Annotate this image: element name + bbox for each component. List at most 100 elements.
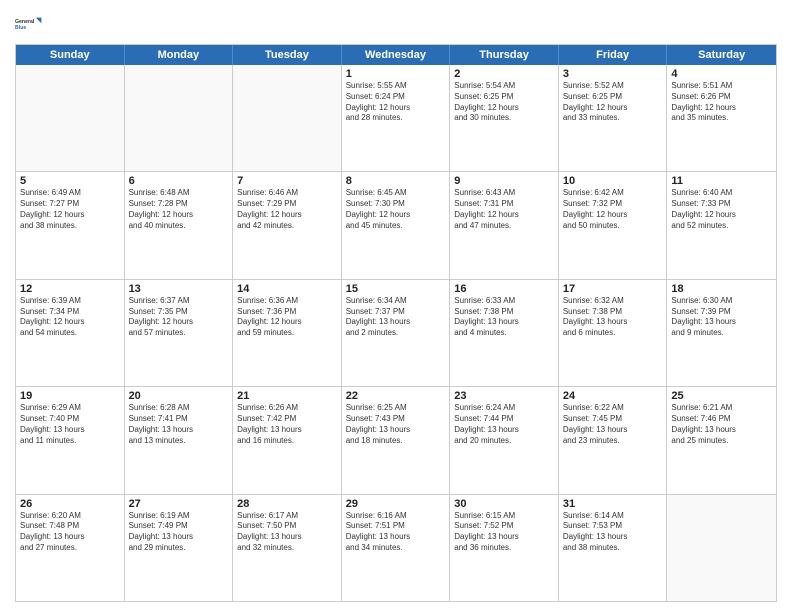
header-day-sunday: Sunday (16, 45, 125, 65)
day-number: 23 (454, 390, 554, 402)
day-cell-6: 6Sunrise: 6:48 AM Sunset: 7:28 PM Daylig… (125, 172, 234, 278)
day-number: 28 (237, 498, 337, 510)
day-number: 20 (129, 390, 229, 402)
cell-info: Sunrise: 6:14 AM Sunset: 7:53 PM Dayligh… (563, 511, 663, 554)
day-cell-8: 8Sunrise: 6:45 AM Sunset: 7:30 PM Daylig… (342, 172, 451, 278)
cell-info: Sunrise: 6:45 AM Sunset: 7:30 PM Dayligh… (346, 188, 446, 231)
day-number: 9 (454, 175, 554, 187)
cell-info: Sunrise: 6:34 AM Sunset: 7:37 PM Dayligh… (346, 296, 446, 339)
week-row-0: 1Sunrise: 5:55 AM Sunset: 6:24 PM Daylig… (16, 65, 776, 171)
cell-info: Sunrise: 6:19 AM Sunset: 7:49 PM Dayligh… (129, 511, 229, 554)
day-number: 17 (563, 283, 663, 295)
day-number: 11 (671, 175, 772, 187)
day-number: 7 (237, 175, 337, 187)
header: GeneralBlue (15, 10, 777, 38)
day-number: 22 (346, 390, 446, 402)
day-number: 18 (671, 283, 772, 295)
cell-info: Sunrise: 6:33 AM Sunset: 7:38 PM Dayligh… (454, 296, 554, 339)
cell-info: Sunrise: 6:49 AM Sunset: 7:27 PM Dayligh… (20, 188, 120, 231)
header-day-wednesday: Wednesday (342, 45, 451, 65)
calendar-body: 1Sunrise: 5:55 AM Sunset: 6:24 PM Daylig… (16, 65, 776, 601)
day-number: 5 (20, 175, 120, 187)
day-cell-28: 28Sunrise: 6:17 AM Sunset: 7:50 PM Dayli… (233, 495, 342, 601)
empty-cell (667, 495, 776, 601)
day-cell-13: 13Sunrise: 6:37 AM Sunset: 7:35 PM Dayli… (125, 280, 234, 386)
cell-info: Sunrise: 6:36 AM Sunset: 7:36 PM Dayligh… (237, 296, 337, 339)
week-row-2: 12Sunrise: 6:39 AM Sunset: 7:34 PM Dayli… (16, 279, 776, 386)
logo-icon: GeneralBlue (15, 10, 43, 38)
day-number: 25 (671, 390, 772, 402)
day-cell-15: 15Sunrise: 6:34 AM Sunset: 7:37 PM Dayli… (342, 280, 451, 386)
empty-cell (233, 65, 342, 171)
day-number: 3 (563, 68, 663, 80)
cell-info: Sunrise: 6:48 AM Sunset: 7:28 PM Dayligh… (129, 188, 229, 231)
day-cell-24: 24Sunrise: 6:22 AM Sunset: 7:45 PM Dayli… (559, 387, 668, 493)
empty-cell (16, 65, 125, 171)
cell-info: Sunrise: 6:16 AM Sunset: 7:51 PM Dayligh… (346, 511, 446, 554)
day-cell-31: 31Sunrise: 6:14 AM Sunset: 7:53 PM Dayli… (559, 495, 668, 601)
day-number: 27 (129, 498, 229, 510)
svg-text:Blue: Blue (15, 25, 26, 31)
day-cell-12: 12Sunrise: 6:39 AM Sunset: 7:34 PM Dayli… (16, 280, 125, 386)
cell-info: Sunrise: 6:28 AM Sunset: 7:41 PM Dayligh… (129, 403, 229, 446)
header-day-monday: Monday (125, 45, 234, 65)
cell-info: Sunrise: 5:55 AM Sunset: 6:24 PM Dayligh… (346, 81, 446, 124)
cell-info: Sunrise: 6:42 AM Sunset: 7:32 PM Dayligh… (563, 188, 663, 231)
day-number: 24 (563, 390, 663, 402)
day-cell-25: 25Sunrise: 6:21 AM Sunset: 7:46 PM Dayli… (667, 387, 776, 493)
day-number: 26 (20, 498, 120, 510)
day-number: 4 (671, 68, 772, 80)
page: GeneralBlue SundayMondayTuesdayWednesday… (0, 0, 792, 612)
day-number: 21 (237, 390, 337, 402)
cell-info: Sunrise: 6:25 AM Sunset: 7:43 PM Dayligh… (346, 403, 446, 446)
cell-info: Sunrise: 5:54 AM Sunset: 6:25 PM Dayligh… (454, 81, 554, 124)
cell-info: Sunrise: 6:24 AM Sunset: 7:44 PM Dayligh… (454, 403, 554, 446)
calendar: SundayMondayTuesdayWednesdayThursdayFrid… (15, 44, 777, 602)
day-number: 19 (20, 390, 120, 402)
cell-info: Sunrise: 6:21 AM Sunset: 7:46 PM Dayligh… (671, 403, 772, 446)
day-cell-7: 7Sunrise: 6:46 AM Sunset: 7:29 PM Daylig… (233, 172, 342, 278)
day-cell-26: 26Sunrise: 6:20 AM Sunset: 7:48 PM Dayli… (16, 495, 125, 601)
day-cell-22: 22Sunrise: 6:25 AM Sunset: 7:43 PM Dayli… (342, 387, 451, 493)
cell-info: Sunrise: 6:22 AM Sunset: 7:45 PM Dayligh… (563, 403, 663, 446)
day-number: 15 (346, 283, 446, 295)
logo: GeneralBlue (15, 10, 43, 38)
day-number: 29 (346, 498, 446, 510)
cell-info: Sunrise: 6:17 AM Sunset: 7:50 PM Dayligh… (237, 511, 337, 554)
day-number: 16 (454, 283, 554, 295)
cell-info: Sunrise: 5:51 AM Sunset: 6:26 PM Dayligh… (671, 81, 772, 124)
empty-cell (125, 65, 234, 171)
week-row-1: 5Sunrise: 6:49 AM Sunset: 7:27 PM Daylig… (16, 171, 776, 278)
day-cell-5: 5Sunrise: 6:49 AM Sunset: 7:27 PM Daylig… (16, 172, 125, 278)
week-row-3: 19Sunrise: 6:29 AM Sunset: 7:40 PM Dayli… (16, 386, 776, 493)
day-cell-2: 2Sunrise: 5:54 AM Sunset: 6:25 PM Daylig… (450, 65, 559, 171)
day-cell-10: 10Sunrise: 6:42 AM Sunset: 7:32 PM Dayli… (559, 172, 668, 278)
day-cell-1: 1Sunrise: 5:55 AM Sunset: 6:24 PM Daylig… (342, 65, 451, 171)
cell-info: Sunrise: 6:30 AM Sunset: 7:39 PM Dayligh… (671, 296, 772, 339)
day-number: 10 (563, 175, 663, 187)
week-row-4: 26Sunrise: 6:20 AM Sunset: 7:48 PM Dayli… (16, 494, 776, 601)
day-number: 30 (454, 498, 554, 510)
cell-info: Sunrise: 5:52 AM Sunset: 6:25 PM Dayligh… (563, 81, 663, 124)
day-cell-18: 18Sunrise: 6:30 AM Sunset: 7:39 PM Dayli… (667, 280, 776, 386)
day-cell-23: 23Sunrise: 6:24 AM Sunset: 7:44 PM Dayli… (450, 387, 559, 493)
day-number: 8 (346, 175, 446, 187)
day-number: 6 (129, 175, 229, 187)
day-cell-3: 3Sunrise: 5:52 AM Sunset: 6:25 PM Daylig… (559, 65, 668, 171)
day-number: 12 (20, 283, 120, 295)
cell-info: Sunrise: 6:43 AM Sunset: 7:31 PM Dayligh… (454, 188, 554, 231)
header-day-friday: Friday (559, 45, 668, 65)
day-cell-4: 4Sunrise: 5:51 AM Sunset: 6:26 PM Daylig… (667, 65, 776, 171)
day-cell-21: 21Sunrise: 6:26 AM Sunset: 7:42 PM Dayli… (233, 387, 342, 493)
day-cell-9: 9Sunrise: 6:43 AM Sunset: 7:31 PM Daylig… (450, 172, 559, 278)
cell-info: Sunrise: 6:15 AM Sunset: 7:52 PM Dayligh… (454, 511, 554, 554)
cell-info: Sunrise: 6:37 AM Sunset: 7:35 PM Dayligh… (129, 296, 229, 339)
day-number: 13 (129, 283, 229, 295)
cell-info: Sunrise: 6:32 AM Sunset: 7:38 PM Dayligh… (563, 296, 663, 339)
cell-info: Sunrise: 6:40 AM Sunset: 7:33 PM Dayligh… (671, 188, 772, 231)
svg-text:General: General (15, 19, 35, 25)
day-number: 14 (237, 283, 337, 295)
day-number: 2 (454, 68, 554, 80)
day-number: 31 (563, 498, 663, 510)
cell-info: Sunrise: 6:26 AM Sunset: 7:42 PM Dayligh… (237, 403, 337, 446)
